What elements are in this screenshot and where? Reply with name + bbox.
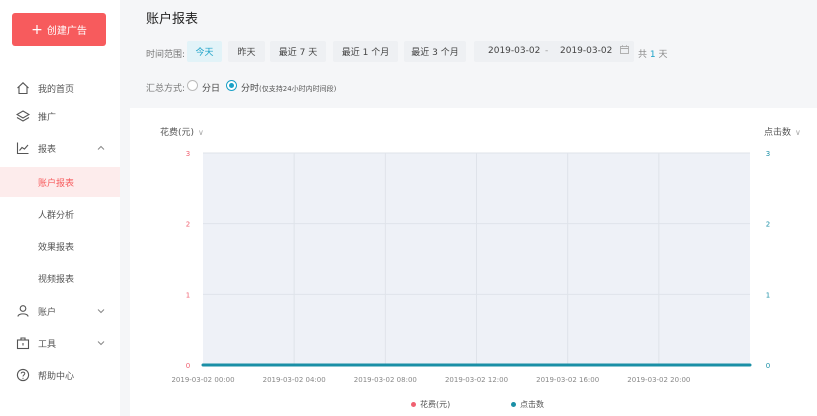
summary-hour-label: 分时(仅支持24小时内时间段): [241, 81, 336, 94]
sidebar: + 创建广告 我的首页 推广 报表 账户报表 人群分析 效果报表 视频报表 账户…: [0, 0, 120, 416]
day-count: 共 1 天: [638, 47, 668, 60]
y-left-tick-label: 1: [186, 291, 190, 299]
sidebar-item-label: 工具: [38, 339, 57, 350]
chevron-down-icon: [96, 306, 106, 316]
chart-panel: 花费(元) ∨ 点击数 ∨ 0 0 1 1 2 2 3 3 2019-03-02 00:00 2019…: [130, 108, 817, 416]
x-tick-label: 2019-03-02 20:00: [627, 376, 690, 384]
date-end: 2019-03-02: [560, 46, 613, 56]
sidebar-subitem-label: 效果报表: [38, 242, 75, 253]
sidebar-item-label: 我的首页: [38, 84, 75, 95]
calendar-icon: [620, 45, 629, 57]
sidebar-subitem-audience-analysis[interactable]: 人群分析: [0, 199, 120, 229]
plus-icon: +: [31, 21, 43, 38]
summary-day-label: 分日: [202, 84, 221, 94]
date-separator: -: [545, 46, 549, 56]
summary-hour-note: (仅支持24小时内时间段): [259, 85, 337, 93]
chevron-up-icon: [96, 143, 106, 153]
legend-marker: [511, 402, 516, 407]
y-right-tick-label: 1: [766, 291, 770, 299]
day-count-suffix: 天: [658, 50, 668, 60]
summary-hour-radio[interactable]: [226, 80, 237, 91]
create-ad-button[interactable]: + 创建广告: [12, 13, 106, 46]
x-tick-label: 2019-03-02 00:00: [171, 376, 234, 384]
sidebar-subitem-label: 视频报表: [38, 274, 75, 285]
range-today-button[interactable]: 今天: [187, 41, 222, 62]
create-ad-label: 创建广告: [46, 26, 87, 37]
chart-icon: [16, 141, 30, 155]
range-3months-button[interactable]: 最近 3 个月: [404, 41, 466, 62]
y-right-tick-label: 0: [766, 362, 770, 370]
sidebar-item-reports[interactable]: 报表: [0, 134, 120, 162]
summary-day-radio[interactable]: [187, 80, 198, 91]
sidebar-subitem-label: 人群分析: [38, 210, 75, 221]
summary-mode-label: 汇总方式:: [146, 84, 186, 94]
layers-icon: [16, 109, 30, 123]
legend-item-cost[interactable]: 花费(元): [411, 399, 450, 410]
help-icon: [16, 368, 30, 382]
sidebar-subitem-label: 账户报表: [38, 178, 75, 189]
legend-item-clicks[interactable]: 点击数: [511, 399, 544, 410]
y-right-tick-label: 3: [766, 150, 770, 158]
chevron-down-icon: [96, 338, 106, 348]
legend-label: 点击数: [520, 400, 544, 409]
sidebar-item-home[interactable]: 我的首页: [0, 74, 120, 102]
y-left-tick-label: 3: [186, 150, 190, 158]
y-right-tick-label: 2: [766, 221, 770, 229]
sidebar-item-account[interactable]: 账户: [0, 297, 120, 325]
date-start: 2019-03-02: [488, 46, 541, 56]
day-count-prefix: 共: [638, 50, 648, 60]
main-content: 账户报表 时间范围: 今天 昨天 最近 7 天 最近 1 个月 最近 3 个月 …: [120, 0, 817, 416]
chart-canvas: 0 0 1 1 2 2 3 3 2019-03-02 00:00 2019-03-02 04:00…: [171, 150, 770, 384]
x-tick-label: 2019-03-02 04:00: [263, 376, 326, 384]
sidebar-subitem-account-report[interactable]: 账户报表: [0, 167, 120, 197]
y-left-tick-label: 2: [186, 221, 190, 229]
range-1month-button[interactable]: 最近 1 个月: [333, 41, 398, 62]
sidebar-subitem-effect-report[interactable]: 效果报表: [0, 231, 120, 261]
date-range-picker[interactable]: 2019-03-02 - 2019-03-02: [474, 41, 634, 62]
sidebar-item-label: 账户: [38, 307, 57, 318]
time-range-label: 时间范围:: [146, 50, 186, 60]
toolbox-icon: [16, 336, 30, 350]
range-yesterday-button[interactable]: 昨天: [228, 41, 265, 62]
sidebar-item-help[interactable]: 帮助中心: [0, 361, 120, 389]
x-tick-label: 2019-03-02 16:00: [536, 376, 599, 384]
sidebar-item-label: 帮助中心: [38, 371, 75, 382]
sidebar-item-promotion[interactable]: 推广: [0, 102, 120, 130]
x-tick-label: 2019-03-02 08:00: [354, 376, 417, 384]
sidebar-item-label: 推广: [38, 112, 57, 123]
sidebar-item-tools[interactable]: 工具: [0, 329, 120, 357]
legend-label: 花费(元): [420, 400, 451, 409]
summary-hour-text: 分时: [241, 84, 260, 94]
home-icon: [16, 81, 30, 95]
day-count-value: 1: [649, 50, 656, 60]
page-title: 账户报表: [146, 12, 199, 27]
sidebar-subitem-video-report[interactable]: 视频报表: [0, 263, 120, 293]
sidebar-item-label: 报表: [38, 144, 57, 155]
user-icon: [16, 304, 30, 318]
y-left-tick-label: 0: [186, 362, 190, 370]
x-tick-label: 2019-03-02 12:00: [445, 376, 508, 384]
range-7days-button[interactable]: 最近 7 天: [270, 41, 326, 62]
legend-marker: [411, 402, 416, 407]
